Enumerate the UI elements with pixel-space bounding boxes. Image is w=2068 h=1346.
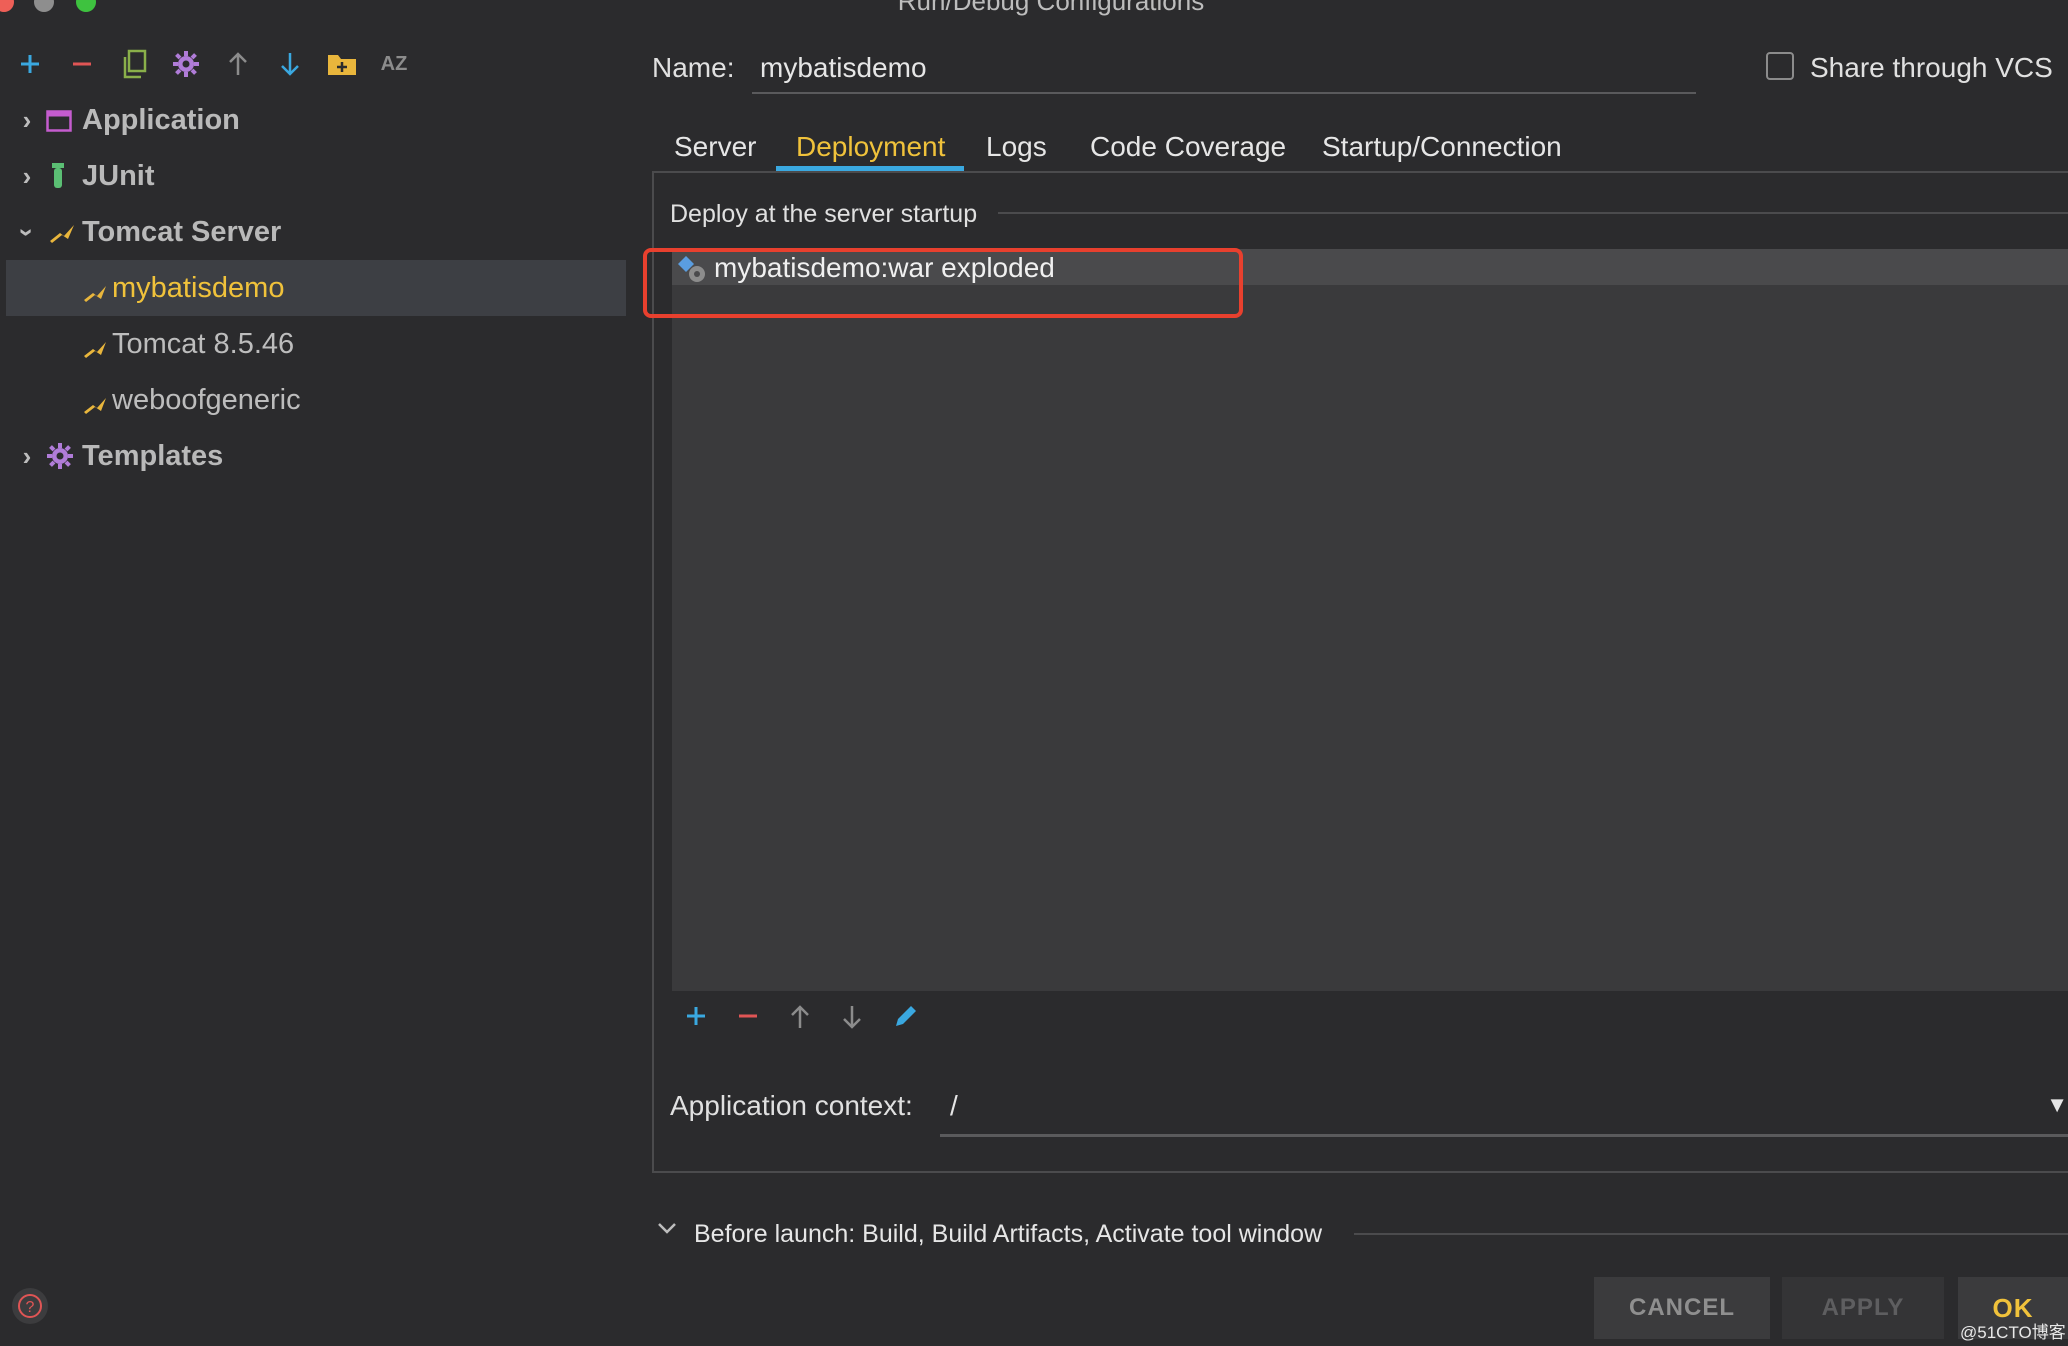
watermark: @51CTO博客 (1960, 1323, 2066, 1342)
help-icon: ? (18, 1294, 42, 1318)
edit-icon[interactable] (892, 1002, 920, 1035)
tree-item-mybatisdemo[interactable]: mybatisdemo (6, 260, 626, 316)
tomcat-icon (82, 278, 108, 311)
tab-logs[interactable]: Logs (986, 120, 1047, 174)
tree-label-templates: Templates (82, 439, 224, 472)
window-title: Run/Debug Configurations (897, 0, 1205, 16)
tree-item-templates[interactable]: › Templates (0, 428, 626, 484)
copy-icon[interactable] (118, 48, 150, 80)
remove-icon[interactable] (736, 1004, 760, 1033)
remove-icon[interactable] (66, 48, 98, 80)
tree-item-junit[interactable]: › JUnit (0, 148, 626, 204)
tree-item-tomcat-server[interactable]: › Tomcat Server (0, 204, 626, 260)
arrow-up-icon[interactable] (222, 48, 254, 80)
help-button[interactable]: ? (12, 1288, 48, 1324)
before-launch-label[interactable]: Before launch: Build, Build Artifacts, A… (694, 1220, 1322, 1249)
deploy-section-title: Deploy at the server startup (670, 200, 978, 228)
arrow-up-icon[interactable] (788, 1004, 812, 1035)
arrow-down-icon[interactable] (274, 48, 306, 80)
share-vcs-checkbox[interactable] (1766, 52, 1794, 80)
name-value: mybatisdemo (760, 52, 927, 83)
name-label: Name: (652, 52, 735, 83)
tree-label-application: Application (82, 103, 240, 136)
tree-item-weboofgeneric[interactable]: weboofgeneric (0, 372, 626, 428)
share-vcs-label[interactable]: Share through VCS (1810, 52, 2053, 84)
dropdown-arrow-icon[interactable]: ▼ (2046, 1092, 2068, 1118)
chevron-down-icon[interactable]: › (12, 217, 43, 247)
junit-icon (50, 162, 66, 198)
add-icon[interactable] (14, 48, 46, 80)
name-field[interactable]: mybatisdemo (752, 44, 1696, 94)
tab-startup-connection[interactable]: Startup/Connection (1322, 120, 1562, 174)
tomcat-icon (82, 334, 108, 367)
tree-label-tomcat-server: Tomcat Server (82, 215, 282, 248)
tab-code-coverage[interactable]: Code Coverage (1090, 120, 1286, 174)
section-divider (998, 212, 2068, 214)
deploy-list[interactable] (672, 249, 2068, 991)
tree-label-mybatisdemo: mybatisdemo (112, 271, 285, 304)
app-context-label: Application context: (670, 1090, 913, 1121)
highlight-box (643, 248, 1243, 318)
tomcat-icon (82, 390, 108, 423)
tree-item-application[interactable]: › Application (0, 92, 626, 148)
app-context-value: / (950, 1090, 958, 1121)
app-context-field[interactable]: / ▼ (940, 1082, 2068, 1137)
sort-az-icon[interactable]: AZ (378, 48, 410, 80)
tomcat-icon (48, 220, 76, 253)
folder-add-icon[interactable] (326, 48, 358, 80)
chevron-down-icon[interactable] (654, 1218, 680, 1243)
add-icon[interactable] (684, 1004, 708, 1033)
chevron-right-icon[interactable]: › (12, 161, 42, 192)
apply-button[interactable]: APPLY (1782, 1277, 1944, 1339)
arrow-down-icon[interactable] (840, 1004, 864, 1035)
application-icon (46, 108, 72, 141)
tree-label-junit: JUnit (82, 159, 155, 192)
gear-icon (46, 442, 74, 478)
tree-item-tomcat-8546[interactable]: Tomcat 8.5.46 (0, 316, 626, 372)
chevron-right-icon[interactable]: › (12, 441, 42, 472)
tab-server[interactable]: Server (674, 120, 756, 174)
chevron-right-icon[interactable]: › (12, 105, 42, 136)
tree-label-weboofgeneric: weboofgeneric (112, 383, 301, 416)
svg-text:?: ? (26, 1299, 35, 1316)
before-launch-divider (1354, 1233, 2068, 1235)
gear-icon[interactable] (170, 48, 202, 80)
cancel-button[interactable]: CANCEL (1594, 1277, 1770, 1339)
tree-label-tomcat-8546: Tomcat 8.5.46 (112, 327, 295, 360)
